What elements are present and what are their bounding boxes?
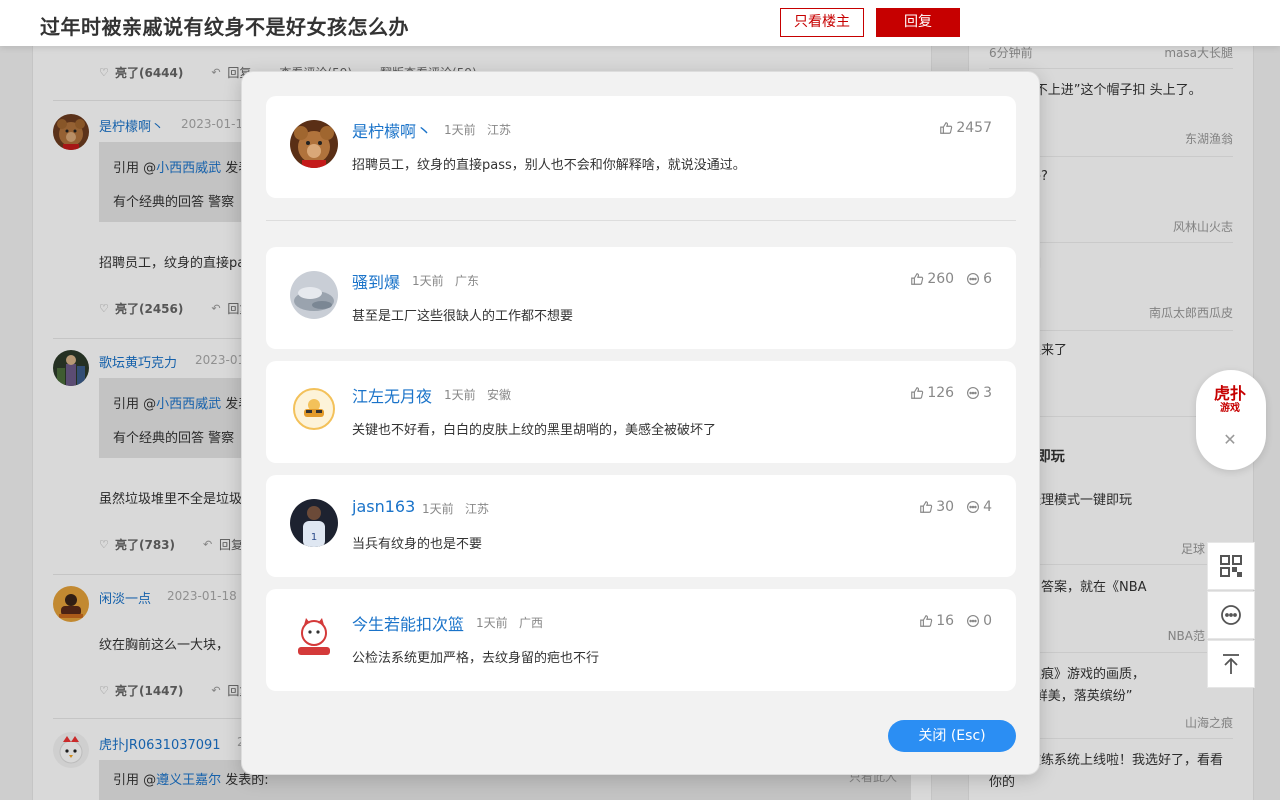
reply-item: 骚到爆 1天前 广东 甚至是工厂这些很缺人的工作都不想要 260 6 — [266, 247, 1016, 349]
avatar[interactable] — [290, 120, 338, 168]
comment-time: 1天前 — [412, 274, 444, 288]
avatar[interactable] — [290, 271, 338, 319]
reply-item: 江左无月夜 1天前 安徽 关键也不好看，白白的皮肤上纹的黑里胡哨的，美感全被破坏… — [266, 361, 1016, 463]
avatar[interactable] — [290, 613, 338, 661]
comment-location: 江苏 — [487, 123, 512, 137]
reply-item: 1 jasn163 1天前 江苏 当兵有纹身的也是不要 30 4 — [266, 475, 1016, 577]
reply-count-button[interactable]: 3 — [966, 385, 992, 401]
hupu-games-float[interactable]: 虎扑 游戏 ✕ — [1196, 370, 1266, 470]
thumbs-up-icon — [911, 387, 924, 399]
comment-username[interactable]: 骚到爆 — [352, 269, 400, 293]
thumbs-up-icon — [940, 122, 953, 134]
reply-button[interactable]: 回复 — [876, 8, 960, 37]
comment-stats: 260 6 — [910, 271, 992, 287]
comment-icon — [967, 615, 980, 627]
avatar[interactable]: 1 — [290, 499, 338, 547]
comment-stats: 2457 — [939, 120, 992, 136]
comment-location: 江苏 — [465, 502, 490, 516]
comment-text: 当兵有纹身的也是不要 — [352, 537, 483, 552]
comment-thread-modal: 是柠檬啊丶 1天前 江苏 招聘员工，纹身的直接pass，别人也不会和你解释啥，就… — [241, 71, 1040, 775]
back-to-top-button[interactable] — [1207, 640, 1255, 688]
feedback-button[interactable] — [1207, 591, 1255, 639]
comment-time: 1天前 — [444, 123, 476, 137]
reply-count-button[interactable]: 4 — [966, 499, 992, 515]
comment-time: 1天前 — [422, 502, 454, 516]
comment-text: 关键也不好看，白白的皮肤上纹的黑里胡哨的，美感全被破坏了 — [352, 423, 717, 438]
parent-comment: 是柠檬啊丶 1天前 江苏 招聘员工，纹身的直接pass，别人也不会和你解释啥，就… — [266, 96, 1016, 198]
like-button[interactable]: 2457 — [939, 120, 992, 136]
comment-text: 甚至是工厂这些很缺人的工作都不想要 — [352, 309, 574, 324]
reply-count-button[interactable]: 6 — [966, 271, 992, 287]
comment-location: 广西 — [519, 616, 544, 630]
thread-title: 过年时被亲戚说有纹身不是好女孩怎么办 — [40, 15, 409, 39]
comment-text: 招聘员工，纹身的直接pass，别人也不会和你解释啥，就说没通过。 — [352, 158, 746, 173]
chat-bubble-icon — [1221, 605, 1241, 625]
comment-username[interactable]: 是柠檬啊丶 — [352, 118, 432, 142]
comment-stats: 16 0 — [919, 613, 992, 629]
qrcode-button[interactable] — [1207, 542, 1255, 590]
comment-time: 1天前 — [476, 616, 508, 630]
comment-stats: 126 3 — [910, 385, 992, 401]
thumbs-up-icon — [920, 501, 933, 513]
avatar[interactable] — [290, 385, 338, 433]
comment-location: 安徽 — [487, 388, 512, 402]
comment-icon — [967, 273, 980, 285]
comment-username[interactable]: 今生若能扣次篮 — [352, 611, 464, 635]
divider — [266, 220, 1016, 221]
thumbs-up-icon — [911, 273, 924, 285]
comment-time: 1天前 — [444, 388, 476, 402]
comment-icon — [967, 387, 980, 399]
comment-username[interactable]: jasn163 — [352, 497, 415, 516]
reply-item: 今生若能扣次篮 1天前 广西 公检法系统更加严格，去纹身留的疤也不行 16 0 — [266, 589, 1016, 691]
hupu-games-logo: 虎扑 游戏 — [1214, 384, 1247, 415]
arrow-up-icon — [1223, 654, 1239, 674]
like-button[interactable]: 126 — [910, 385, 954, 401]
close-icon[interactable]: ✕ — [1222, 432, 1238, 448]
like-button[interactable]: 30 — [919, 499, 954, 515]
top-header: 过年时被亲戚说有纹身不是好女孩怎么办 只看楼主 回复 — [0, 0, 1280, 46]
svg-text:1: 1 — [311, 532, 317, 543]
comment-text: 公检法系统更加严格，去纹身留的疤也不行 — [352, 651, 600, 666]
reply-count-button[interactable]: 0 — [966, 613, 992, 629]
like-button[interactable]: 260 — [910, 271, 954, 287]
like-button[interactable]: 16 — [919, 613, 954, 629]
thumbs-up-icon — [920, 615, 933, 627]
comment-username[interactable]: 江左无月夜 — [352, 383, 432, 407]
only-op-button[interactable]: 只看楼主 — [780, 8, 864, 37]
comment-stats: 30 4 — [919, 499, 992, 515]
qrcode-icon — [1220, 555, 1242, 577]
close-modal-button[interactable]: 关闭 (Esc) — [888, 720, 1016, 752]
comment-icon — [967, 501, 980, 513]
comment-location: 广东 — [455, 274, 480, 288]
